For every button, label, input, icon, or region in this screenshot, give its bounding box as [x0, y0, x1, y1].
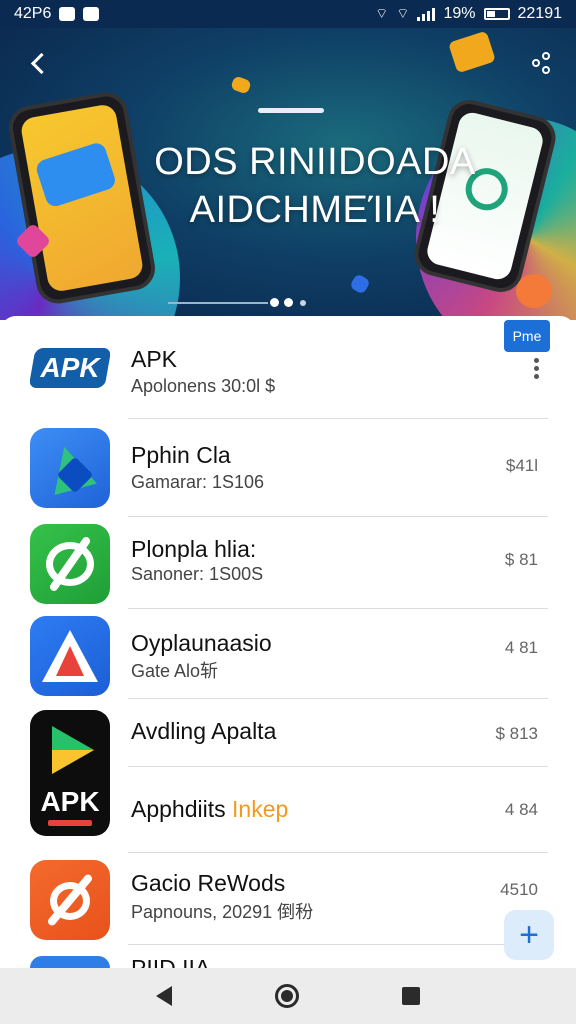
banner-title-line2: AIDCHMEΊIA !: [189, 189, 441, 231]
app-title: Gacio ReWods: [131, 870, 286, 896]
app-subtitle: Apolonens 30:0l $: [131, 376, 276, 396]
battery-percent: 19%: [443, 5, 476, 22]
app-price: $ 813: [495, 724, 538, 743]
app-title-text: Apphdiits: [131, 796, 226, 822]
green-app-icon: [30, 524, 110, 604]
status-badge[interactable]: Pme: [504, 320, 550, 352]
app-notification-icon: [83, 7, 100, 21]
carousel-dot[interactable]: [300, 300, 306, 306]
status-right: ⌔ ⌔ 19% 22191: [375, 5, 562, 23]
app-title: APK: [131, 346, 178, 372]
notification-icon: [59, 7, 76, 21]
blue-app-icon: [30, 428, 110, 508]
app-subtitle: Gate Alo斩: [131, 661, 219, 681]
app-title: PIID IIA: [131, 956, 210, 968]
back-icon[interactable]: [26, 50, 52, 76]
app-price: 4510: [500, 880, 538, 899]
app-title: Apphdiits Inkep: [131, 796, 288, 823]
divider: [128, 944, 548, 945]
divider: [128, 852, 548, 853]
divider: [128, 766, 548, 767]
app-price: 4 84: [504, 800, 538, 819]
app-price: $ 81: [504, 550, 538, 569]
add-button[interactable]: +: [504, 910, 554, 960]
nav-back-icon[interactable]: [155, 986, 172, 1006]
banner-title: ODS RINIIDOADA AIDCHMEΊIA !: [150, 138, 480, 234]
status-left: 42P6: [14, 5, 100, 23]
wifi-icon-2: ⌔: [396, 5, 410, 21]
app-title: Avdling Apalta: [131, 718, 277, 744]
carousel-dot-active[interactable]: [270, 298, 279, 307]
red-triangle-app-icon: [30, 616, 110, 696]
signal-icon: [417, 7, 436, 21]
app-title: Plonpla hlia:: [131, 536, 257, 562]
carousel-track: [168, 302, 268, 304]
hero-banner: ODS RINIIDOADA AIDCHMEΊIA !: [0, 28, 576, 320]
banner-title-line1: ODS RINIIDOADA: [154, 141, 476, 183]
app-title-accent: Inkep: [232, 796, 289, 822]
app-price: $41l: [505, 456, 538, 475]
decorative-cube: [516, 274, 552, 308]
divider: [128, 516, 548, 517]
status-clock: 22191: [517, 5, 563, 22]
nav-home-icon[interactable]: [274, 984, 299, 1008]
app-subtitle: Papnouns, 20291 倒秎: [131, 902, 314, 922]
orange-app-icon: [30, 860, 110, 940]
wifi-icon: ⌔: [375, 5, 389, 21]
status-bar: 42P6 ⌔ ⌔ 19% 22191: [0, 0, 576, 28]
system-nav-bar: [0, 968, 576, 1024]
banner-indicator: [258, 108, 324, 113]
apk-app-icon: APK: [30, 326, 110, 406]
share-icon[interactable]: [530, 50, 556, 76]
apk-play-app-icon: APK: [30, 710, 110, 836]
more-options-icon[interactable]: [532, 358, 542, 382]
app-subtitle: Gamarar: 1S106: [131, 472, 265, 492]
app-subtitle: Sanoner: 1S00S: [131, 564, 264, 584]
divider: [128, 418, 548, 419]
decorative-cube: [448, 30, 496, 74]
carousel-dot[interactable]: [284, 298, 293, 307]
decorative-cube: [230, 75, 252, 95]
app-title: Oyplaunaasio: [131, 630, 272, 656]
app-price: 4 81: [504, 638, 538, 657]
divider: [128, 608, 548, 609]
divider: [128, 698, 548, 699]
battery-icon: [483, 8, 510, 20]
decorative-cube: [349, 273, 371, 295]
app-title: Pphin Cla: [131, 442, 231, 468]
nav-recents-icon[interactable]: [402, 987, 421, 1005]
status-time: 42P6: [14, 5, 52, 22]
